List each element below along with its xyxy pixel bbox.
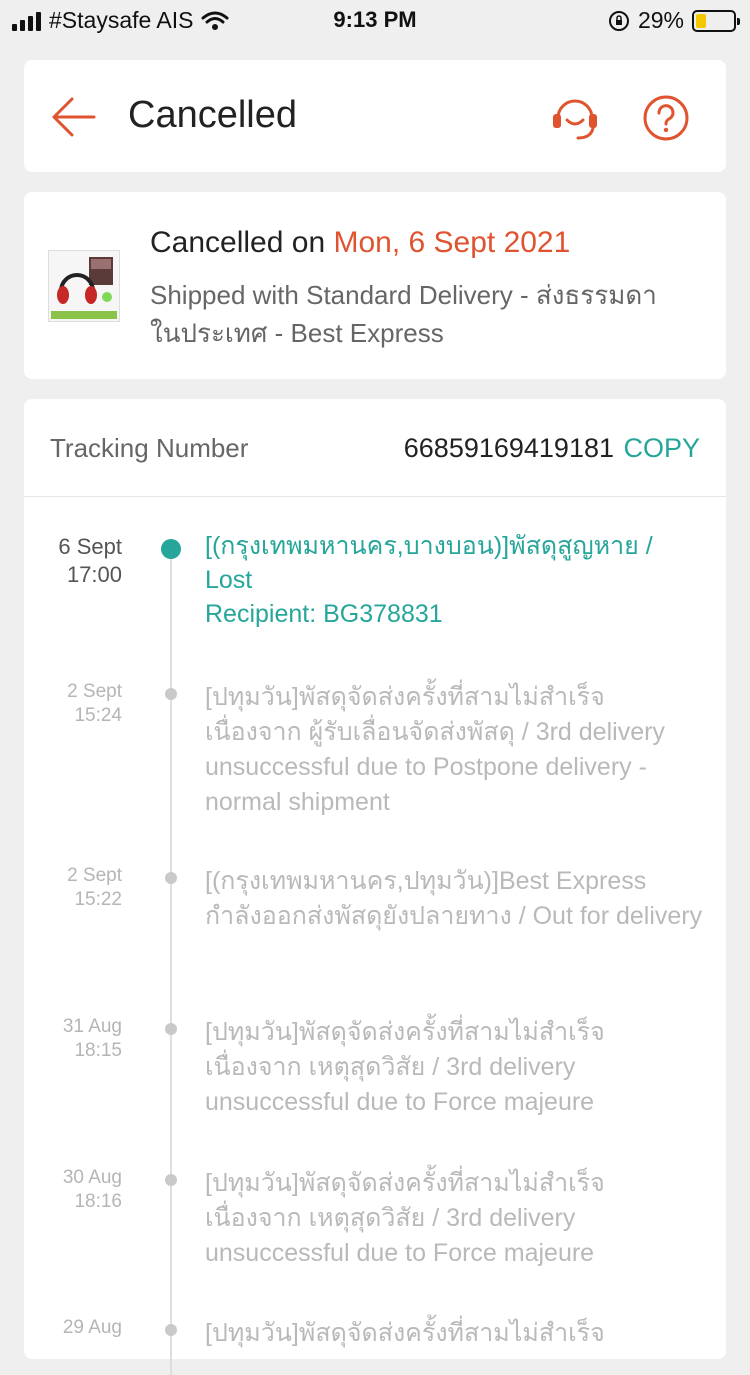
tracking-header: Tracking Number 66859169419181 COPY: [24, 399, 726, 497]
product-thumbnail: [48, 250, 120, 322]
event-recipient: Recipient: BG378831: [205, 600, 443, 628]
event-dot: [165, 1174, 177, 1186]
tracking-card: Tracking Number 66859169419181 COPY 6 Se…: [24, 399, 726, 1375]
event-date: 6 Sept 17:00: [58, 534, 122, 587]
support-button[interactable]: [550, 94, 600, 144]
status-bar: #Staysafe AIS 9:13 PM 29%: [0, 0, 750, 40]
headset-icon: [553, 99, 597, 140]
cancelled-date-line: Cancelled on Mon, 6 Sept 2021: [150, 226, 570, 260]
status-right: 29%: [608, 7, 740, 34]
event-date: 29 Aug: [62, 1317, 122, 1338]
question-icon: [643, 95, 689, 141]
help-button[interactable]: [642, 94, 690, 142]
event-text: [ปทุมวัน]พัสดุจัดส่งครั้งที่สามไม่สำเร็จ…: [205, 1018, 605, 1116]
page-title: Cancelled: [128, 94, 297, 136]
event-dot: [165, 1324, 177, 1336]
battery-fill: [696, 13, 707, 28]
event-dot: [165, 688, 177, 700]
cancelled-date: Mon, 6 Sept 2021: [333, 226, 571, 259]
event-text: [(กรุงเทพมหานคร,บางบอน)]พัสดุสูญหาย / Lo…: [205, 529, 705, 631]
event-text: [ปทุมวัน]พัสดุจัดส่งครั้งที่สามไม่สำเร็จ…: [205, 1169, 605, 1267]
back-arrow-icon: [52, 97, 96, 137]
event-date: 2 Sept 15:22: [67, 865, 122, 910]
event-date: 31 Aug 18:15: [62, 1016, 122, 1061]
event-dot: [165, 872, 177, 884]
battery-icon: [692, 9, 740, 32]
order-summary-card: Cancelled on Mon, 6 Sept 2021 Shipped wi…: [24, 192, 726, 379]
orientation-lock-icon: [608, 10, 629, 31]
timeline-line: [170, 545, 172, 1375]
event-dot: [161, 539, 181, 559]
header-bar: Cancelled: [24, 60, 726, 172]
battery-percent: 29%: [637, 7, 684, 33]
tracking-number: 66859169419181: [403, 433, 614, 463]
back-button[interactable]: [50, 94, 96, 140]
tracking-label: Tracking Number: [50, 433, 249, 463]
shipping-info: Shipped with Standard Delivery - ส่งธรรม…: [150, 280, 657, 348]
event-dot: [165, 1023, 177, 1035]
event-text: [ปทุมวัน]พัสดุจัดส่งครั้งที่สามไม่สำเร็จ…: [205, 683, 665, 816]
cancelled-prefix: Cancelled on: [150, 226, 326, 259]
event-text: [(กรุงเทพมหานคร,ปทุมวัน)]Best Express กำ…: [205, 867, 703, 930]
copy-button[interactable]: COPY: [623, 433, 700, 464]
event-date: 30 Aug 18:16: [62, 1167, 122, 1212]
event-date: 2 Sept 15:24: [67, 681, 122, 726]
headphones-icon: [51, 257, 117, 319]
